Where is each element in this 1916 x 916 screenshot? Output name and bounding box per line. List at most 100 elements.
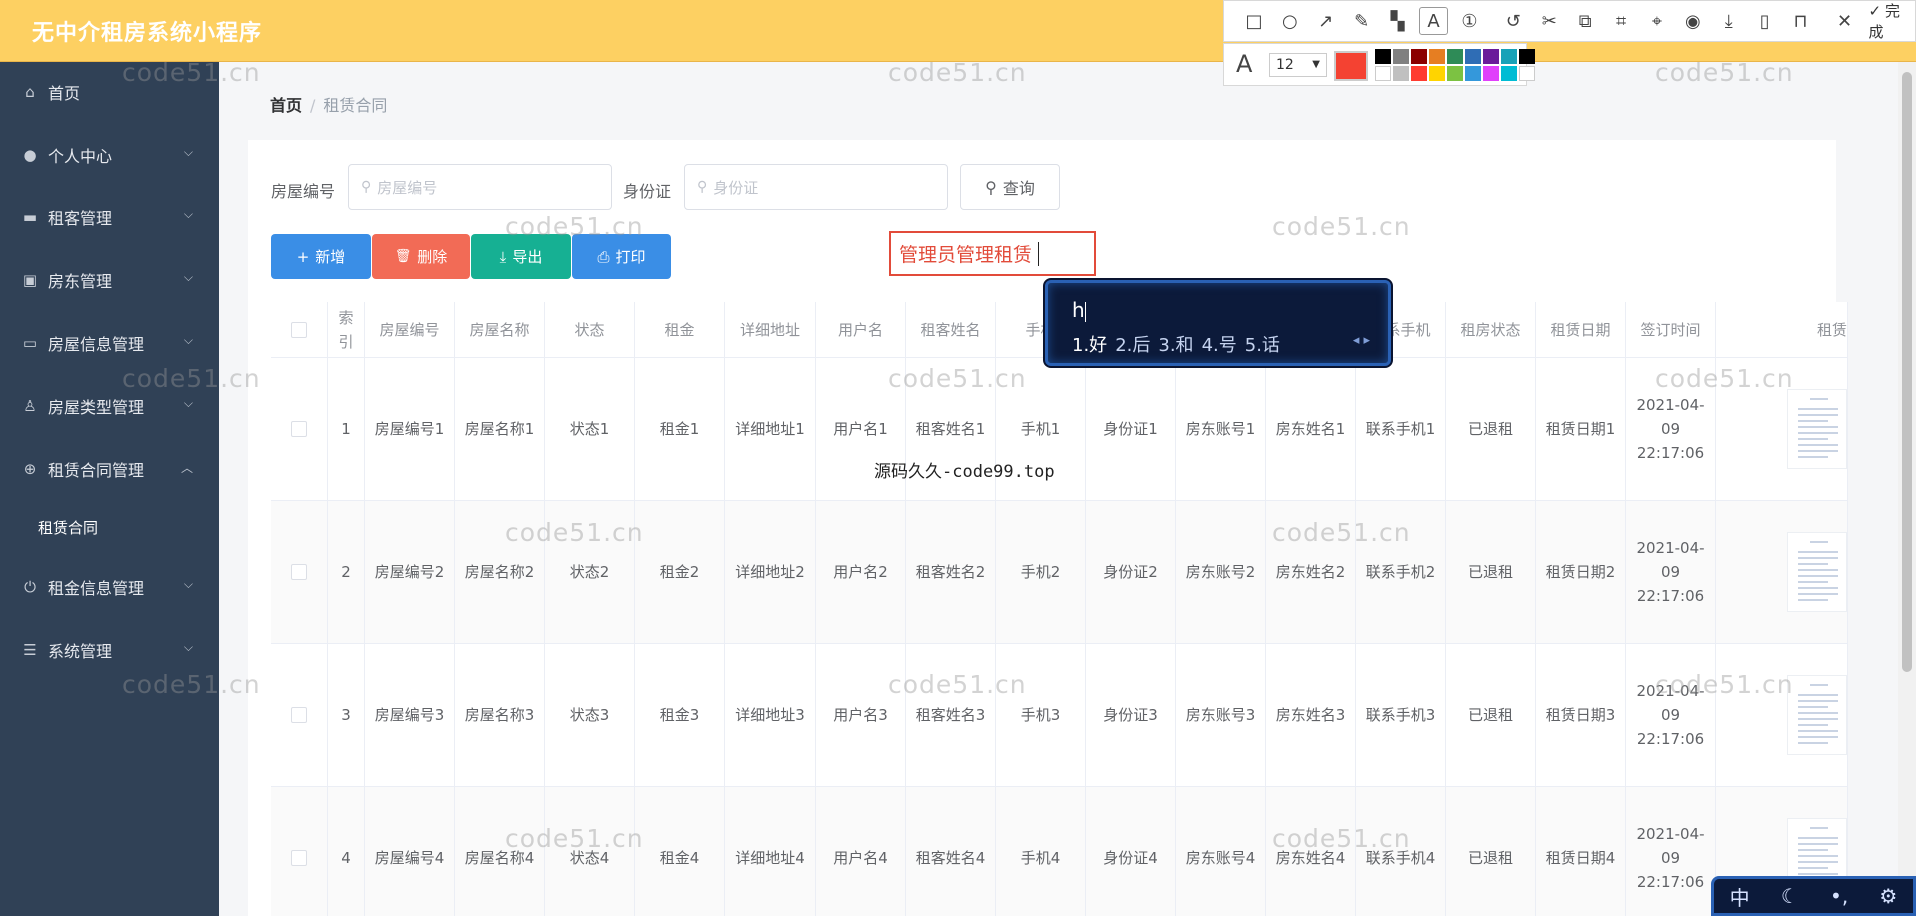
id-input[interactable]: ⚲ 身份证 xyxy=(684,164,948,210)
number-icon[interactable]: ① xyxy=(1451,4,1487,38)
screenshot-toolbar: □ ○ ↗ ✎ ▚ A ① ↺ ✂ ⧉ ⌗ ⌖ ◉ ⤓ ▯ ⊓ ✕ ✓ 完成 xyxy=(1223,0,1916,42)
row-select[interactable] xyxy=(271,358,328,500)
checkbox[interactable] xyxy=(291,707,307,723)
cell-landlord-name: 房东姓名3 xyxy=(1266,644,1356,786)
mosaic-icon[interactable]: ▚ xyxy=(1380,4,1416,38)
color-swatch[interactable] xyxy=(1483,49,1499,64)
select-all-checkbox[interactable] xyxy=(271,302,328,358)
ime-page-arrows[interactable]: ◂ ▸ xyxy=(1353,333,1370,348)
color-swatch[interactable] xyxy=(1501,66,1517,81)
cell-idcard: 身份证2 xyxy=(1086,501,1176,643)
selected-color-swatch[interactable] xyxy=(1334,51,1368,81)
column-header: 详细地址 xyxy=(725,302,816,358)
pen-icon[interactable]: ✎ xyxy=(1344,4,1380,38)
translate-icon[interactable]: ⧉ xyxy=(1567,4,1603,38)
color-swatch[interactable] xyxy=(1375,49,1391,64)
sidebar-item-2[interactable]: ▬ 租客管理 ⌵ xyxy=(0,195,219,239)
color-swatch[interactable] xyxy=(1519,49,1535,64)
color-swatch[interactable] xyxy=(1483,66,1499,81)
ime-status-bar[interactable]: 中 ☾ •, ⚙ xyxy=(1711,876,1916,916)
ime-candidate[interactable]: 2.后 xyxy=(1115,335,1150,356)
download-icon[interactable]: ⤓ xyxy=(1711,4,1747,38)
pin-icon[interactable]: ⌖ xyxy=(1639,4,1675,38)
record-icon[interactable]: ◉ xyxy=(1675,4,1711,38)
checkbox[interactable] xyxy=(291,421,307,437)
cell-landlord-acct: 房东账号4 xyxy=(1176,787,1266,916)
ime-candidate[interactable]: 1.好 xyxy=(1072,335,1107,356)
color-swatch[interactable] xyxy=(1501,49,1517,64)
scrollbar-thumb[interactable] xyxy=(1902,72,1912,672)
contract-thumbnail[interactable] xyxy=(1787,675,1847,755)
annotation-text-box[interactable]: 管理员管理租赁 xyxy=(889,231,1096,276)
breadcrumb-home[interactable]: 首页 xyxy=(270,96,302,115)
moon-icon[interactable]: ☾ xyxy=(1781,884,1799,908)
check-icon: ✓ xyxy=(1868,2,1882,20)
query-button[interactable]: ⚲ 查询 xyxy=(960,164,1060,210)
row-select[interactable] xyxy=(271,501,328,643)
ellipse-icon[interactable]: ○ xyxy=(1272,4,1308,38)
color-swatch[interactable] xyxy=(1375,66,1391,81)
add-button[interactable]: + 新增 xyxy=(271,234,371,279)
table-row[interactable]: 1 房屋编号1 房屋名称1 状态1 租金1 详细地址1 用户名1 租客姓名1 手机1 身份证1 房东… xyxy=(271,358,1848,501)
bookmark-icon[interactable]: ⊓ xyxy=(1783,4,1819,38)
sidebar-item-3[interactable]: ▣ 房东管理 ⌵ xyxy=(0,258,219,302)
sidebar-item-6[interactable]: ⊕ 租赁合同管理 ︿ xyxy=(0,447,219,491)
sidebar-item-4[interactable]: ▭ 房屋信息管理 ⌵ xyxy=(0,321,219,365)
ocr-icon[interactable]: ⌗ xyxy=(1603,4,1639,38)
checkbox[interactable] xyxy=(291,850,307,866)
phone-icon[interactable]: ▯ xyxy=(1747,4,1783,38)
sidebar-item-label: 租赁合同管理 xyxy=(48,461,145,480)
power-icon: ⏻ xyxy=(24,578,36,596)
text-tool-icon[interactable]: A xyxy=(1418,7,1449,35)
breadcrumb-current: 租赁合同 xyxy=(323,96,388,115)
color-swatch[interactable] xyxy=(1393,49,1409,64)
ime-candidate[interactable]: 3.和 xyxy=(1158,335,1193,356)
sidebar-item-label: 租金信息管理 xyxy=(48,579,145,598)
contract-thumbnail-cell[interactable] xyxy=(1716,644,1848,786)
color-swatch[interactable] xyxy=(1393,66,1409,81)
sidebar-item-8[interactable]: ⏻ 租金信息管理 ⌵ xyxy=(0,565,219,609)
contract-thumbnail-cell[interactable] xyxy=(1716,501,1848,643)
contract-thumbnail[interactable] xyxy=(1787,532,1847,612)
sidebar-item-7[interactable]: 租赁合同 xyxy=(0,505,219,549)
color-swatch[interactable] xyxy=(1465,66,1481,81)
color-swatch[interactable] xyxy=(1447,49,1463,64)
color-swatch[interactable] xyxy=(1519,66,1535,81)
punctuation-icon[interactable]: •, xyxy=(1830,884,1848,908)
color-swatch[interactable] xyxy=(1447,66,1463,81)
undo-icon[interactable]: ↺ xyxy=(1495,4,1531,38)
done-button[interactable]: ✓ 完成 xyxy=(1868,0,1914,42)
house-no-input[interactable]: ⚲ 房屋编号 xyxy=(348,164,612,210)
row-select[interactable] xyxy=(271,787,328,916)
sidebar-item-label: 首页 xyxy=(48,84,81,103)
rectangle-icon[interactable]: □ xyxy=(1236,4,1272,38)
sidebar-item-9[interactable]: ☰ 系统管理 ⌵ xyxy=(0,628,219,672)
close-icon[interactable]: ✕ xyxy=(1827,4,1863,38)
cell-address: 详细地址4 xyxy=(725,787,816,916)
ime-candidate[interactable]: 4.号 xyxy=(1202,335,1237,356)
sidebar-item-1[interactable]: ● 个人中心 ⌵ xyxy=(0,133,219,177)
chevron-up-icon: ︿ xyxy=(180,461,193,475)
delete-button[interactable]: 🗑 删除 xyxy=(372,234,470,279)
font-size-select[interactable]: 12 ▼ xyxy=(1269,53,1327,77)
watermark: code51.cn xyxy=(122,364,261,393)
row-select[interactable] xyxy=(271,644,328,786)
ime-mode-icon[interactable]: 中 xyxy=(1730,882,1750,911)
ime-composition: h xyxy=(1072,298,1086,322)
gear-icon[interactable]: ⚙ xyxy=(1879,884,1897,908)
color-swatch[interactable] xyxy=(1411,49,1427,64)
watermark: code51.cn xyxy=(1655,58,1794,87)
arrow-icon[interactable]: ↗ xyxy=(1308,4,1344,38)
color-swatch[interactable] xyxy=(1465,49,1481,64)
table-row[interactable]: 3 房屋编号3 房屋名称3 状态3 租金3 详细地址3 用户名3 租客姓名3 手机3 身份证3 房东… xyxy=(271,644,1848,787)
contract-thumbnail[interactable] xyxy=(1787,389,1847,469)
color-swatch[interactable] xyxy=(1429,66,1445,81)
page-scrollbar[interactable] xyxy=(1898,62,1916,916)
color-swatch[interactable] xyxy=(1411,66,1427,81)
ime-candidate[interactable]: 5.话 xyxy=(1245,335,1280,356)
cut-icon[interactable]: ✂ xyxy=(1531,4,1567,38)
color-swatch[interactable] xyxy=(1429,49,1445,64)
cell-landlord-acct: 房东账号3 xyxy=(1176,644,1266,786)
checkbox[interactable] xyxy=(291,322,307,338)
checkbox[interactable] xyxy=(291,564,307,580)
